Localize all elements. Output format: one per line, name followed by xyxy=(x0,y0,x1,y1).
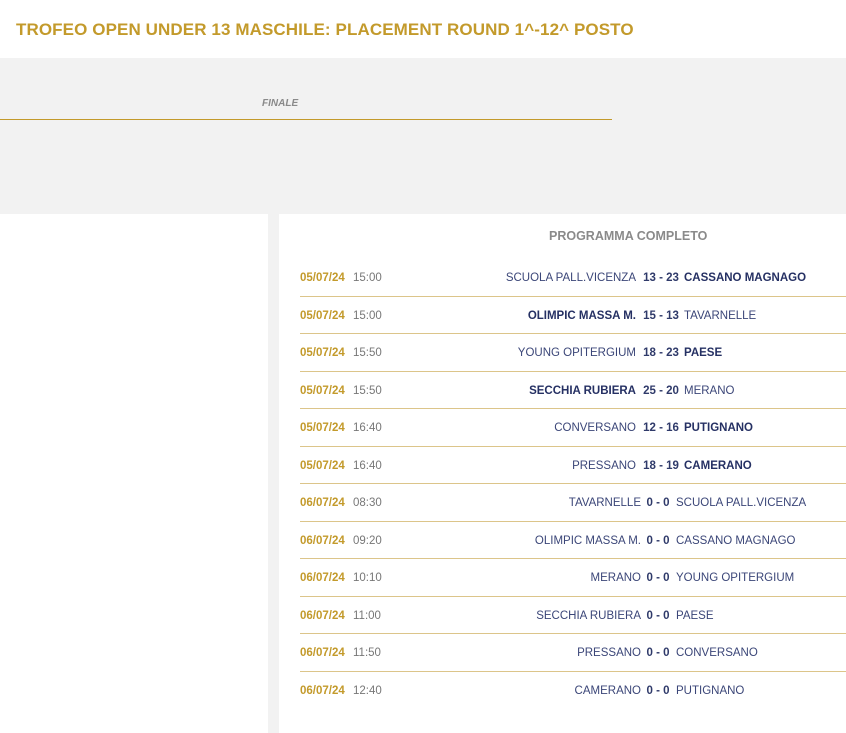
match-score: 18 - 23 xyxy=(643,347,679,359)
away-team: CASSANO MAGNAGO xyxy=(676,534,796,547)
match-time: 15:50 xyxy=(353,347,382,359)
match-score: 25 - 20 xyxy=(643,384,679,397)
match-row[interactable]: 06/07/24 10:10 MERANO 0 - 0 YOUNG OPITERGIUM xyxy=(300,559,846,597)
match-row[interactable]: 06/07/24 11:50 PRESSANO 0 - 0 CONVERSANO xyxy=(300,634,846,672)
match-date: 06/07/24 xyxy=(300,572,345,584)
match-score: 15 - 13 xyxy=(643,309,679,322)
schedule-list: 05/07/24 15:00 SCUOLA PALL.VICENZA 13 - 23 C… xyxy=(300,259,846,709)
match-row[interactable]: 05/07/24 15:50 SECCHIA RUBIERA 25 - 20 MERAN… xyxy=(300,372,846,409)
match-time: 12:40 xyxy=(353,684,382,697)
match-time: 11:00 xyxy=(353,609,381,622)
match-score: 0 - 0 xyxy=(646,572,670,584)
match-date: 05/07/24 xyxy=(300,384,345,397)
away-team: PAESE xyxy=(676,609,714,622)
home-team: SCUOLA PALL.VICENZA xyxy=(505,272,636,284)
match-row[interactable]: 06/07/24 12:40 CAMERANO 0 - 0 PUTIGNANO xyxy=(300,672,846,710)
finale-bracket-line xyxy=(0,119,612,120)
match-score: 0 - 0 xyxy=(646,534,670,547)
home-team: OLIMPIC MASSA M. xyxy=(527,309,636,322)
page-title: TROFEO OPEN UNDER 13 MASCHILE: PLACEMENT… xyxy=(16,20,634,39)
away-team: CASSANO MAGNAGO xyxy=(684,272,807,284)
away-team: SCUOLA PALL.VICENZA xyxy=(676,497,807,509)
match-row[interactable]: 05/07/24 15:00 OLIMPIC MASSA M. 15 - 13 TAVA… xyxy=(300,297,846,334)
match-row[interactable]: 06/07/24 09:20 OLIMPIC MASSA M. 0 - 0 CASSAN… xyxy=(300,522,846,559)
match-time: 16:40 xyxy=(353,459,382,472)
bracket-panel: FINALE xyxy=(0,58,846,214)
match-date: 05/07/24 xyxy=(300,459,345,472)
match-time: 10:10 xyxy=(353,572,382,584)
away-team: CAMERANO xyxy=(684,459,752,472)
match-time: 15:50 xyxy=(353,384,382,397)
match-date: 06/07/24 xyxy=(300,609,345,622)
match-score: 13 - 23 xyxy=(643,272,679,284)
match-row[interactable]: 05/07/24 15:00 SCUOLA PALL.VICENZA 13 - 23 C… xyxy=(300,259,846,297)
away-team: YOUNG OPITERGIUM xyxy=(676,572,795,584)
home-team: SECCHIA RUBIERA xyxy=(536,609,641,622)
match-score: 0 - 0 xyxy=(646,609,670,622)
away-team: PUTIGNANO xyxy=(676,684,745,697)
match-date: 05/07/24 xyxy=(300,309,345,322)
home-team: CONVERSANO xyxy=(554,422,636,434)
home-team: PRESSANO xyxy=(572,459,636,472)
match-row[interactable]: 06/07/24 08:30 TAVARNELLE 0 - 0 SCUOLA PALL.… xyxy=(300,484,846,522)
away-team: MERANO xyxy=(684,384,735,397)
match-date: 05/07/24 xyxy=(300,422,345,434)
match-score: 0 - 0 xyxy=(646,497,670,509)
match-time: 15:00 xyxy=(353,309,382,322)
home-team: MERANO xyxy=(590,572,641,584)
home-team: CAMERANO xyxy=(574,684,641,697)
schedule-title: PROGRAMMA COMPLETO xyxy=(549,229,708,243)
match-time: 09:20 xyxy=(353,534,382,547)
match-date: 05/07/24 xyxy=(300,272,345,284)
match-date: 06/07/24 xyxy=(300,497,345,509)
match-date: 06/07/24 xyxy=(300,684,345,697)
match-time: 08:30 xyxy=(353,497,382,509)
away-team: PAESE xyxy=(684,347,723,359)
match-row[interactable]: 05/07/24 16:40 CONVERSANO 12 - 16 PUTIGNANO xyxy=(300,409,846,447)
match-time: 15:00 xyxy=(353,272,382,284)
match-row[interactable]: 05/07/24 16:40 PRESSANO 18 - 19 CAMERANO xyxy=(300,447,846,484)
home-team: SECCHIA RUBIERA xyxy=(529,384,636,397)
match-time: 11:50 xyxy=(353,647,381,659)
match-time: 16:40 xyxy=(353,422,382,434)
finale-round-label: FINALE xyxy=(262,98,299,109)
away-team: TAVARNELLE xyxy=(684,309,757,322)
match-date: 05/07/24 xyxy=(300,347,345,359)
away-team: PUTIGNANO xyxy=(684,422,753,434)
match-date: 06/07/24 xyxy=(300,647,345,659)
home-team: YOUNG OPITERGIUM xyxy=(517,347,636,359)
match-row[interactable]: 05/07/24 15:50 YOUNG OPITERGIUM 18 - 23 PAES… xyxy=(300,334,846,372)
away-team: CONVERSANO xyxy=(676,647,758,659)
home-team: PRESSANO xyxy=(577,647,641,659)
match-score: 18 - 19 xyxy=(643,459,679,472)
home-team: TAVARNELLE xyxy=(568,497,641,509)
match-score: 0 - 0 xyxy=(646,684,670,697)
match-score: 0 - 0 xyxy=(646,647,670,659)
match-score: 12 - 16 xyxy=(643,422,679,434)
match-row[interactable]: 06/07/24 11:00 SECCHIA RUBIERA 0 - 0 PAESE xyxy=(300,597,846,634)
column-divider xyxy=(268,214,279,733)
home-team: OLIMPIC MASSA M. xyxy=(534,534,641,547)
match-date: 06/07/24 xyxy=(300,534,345,547)
